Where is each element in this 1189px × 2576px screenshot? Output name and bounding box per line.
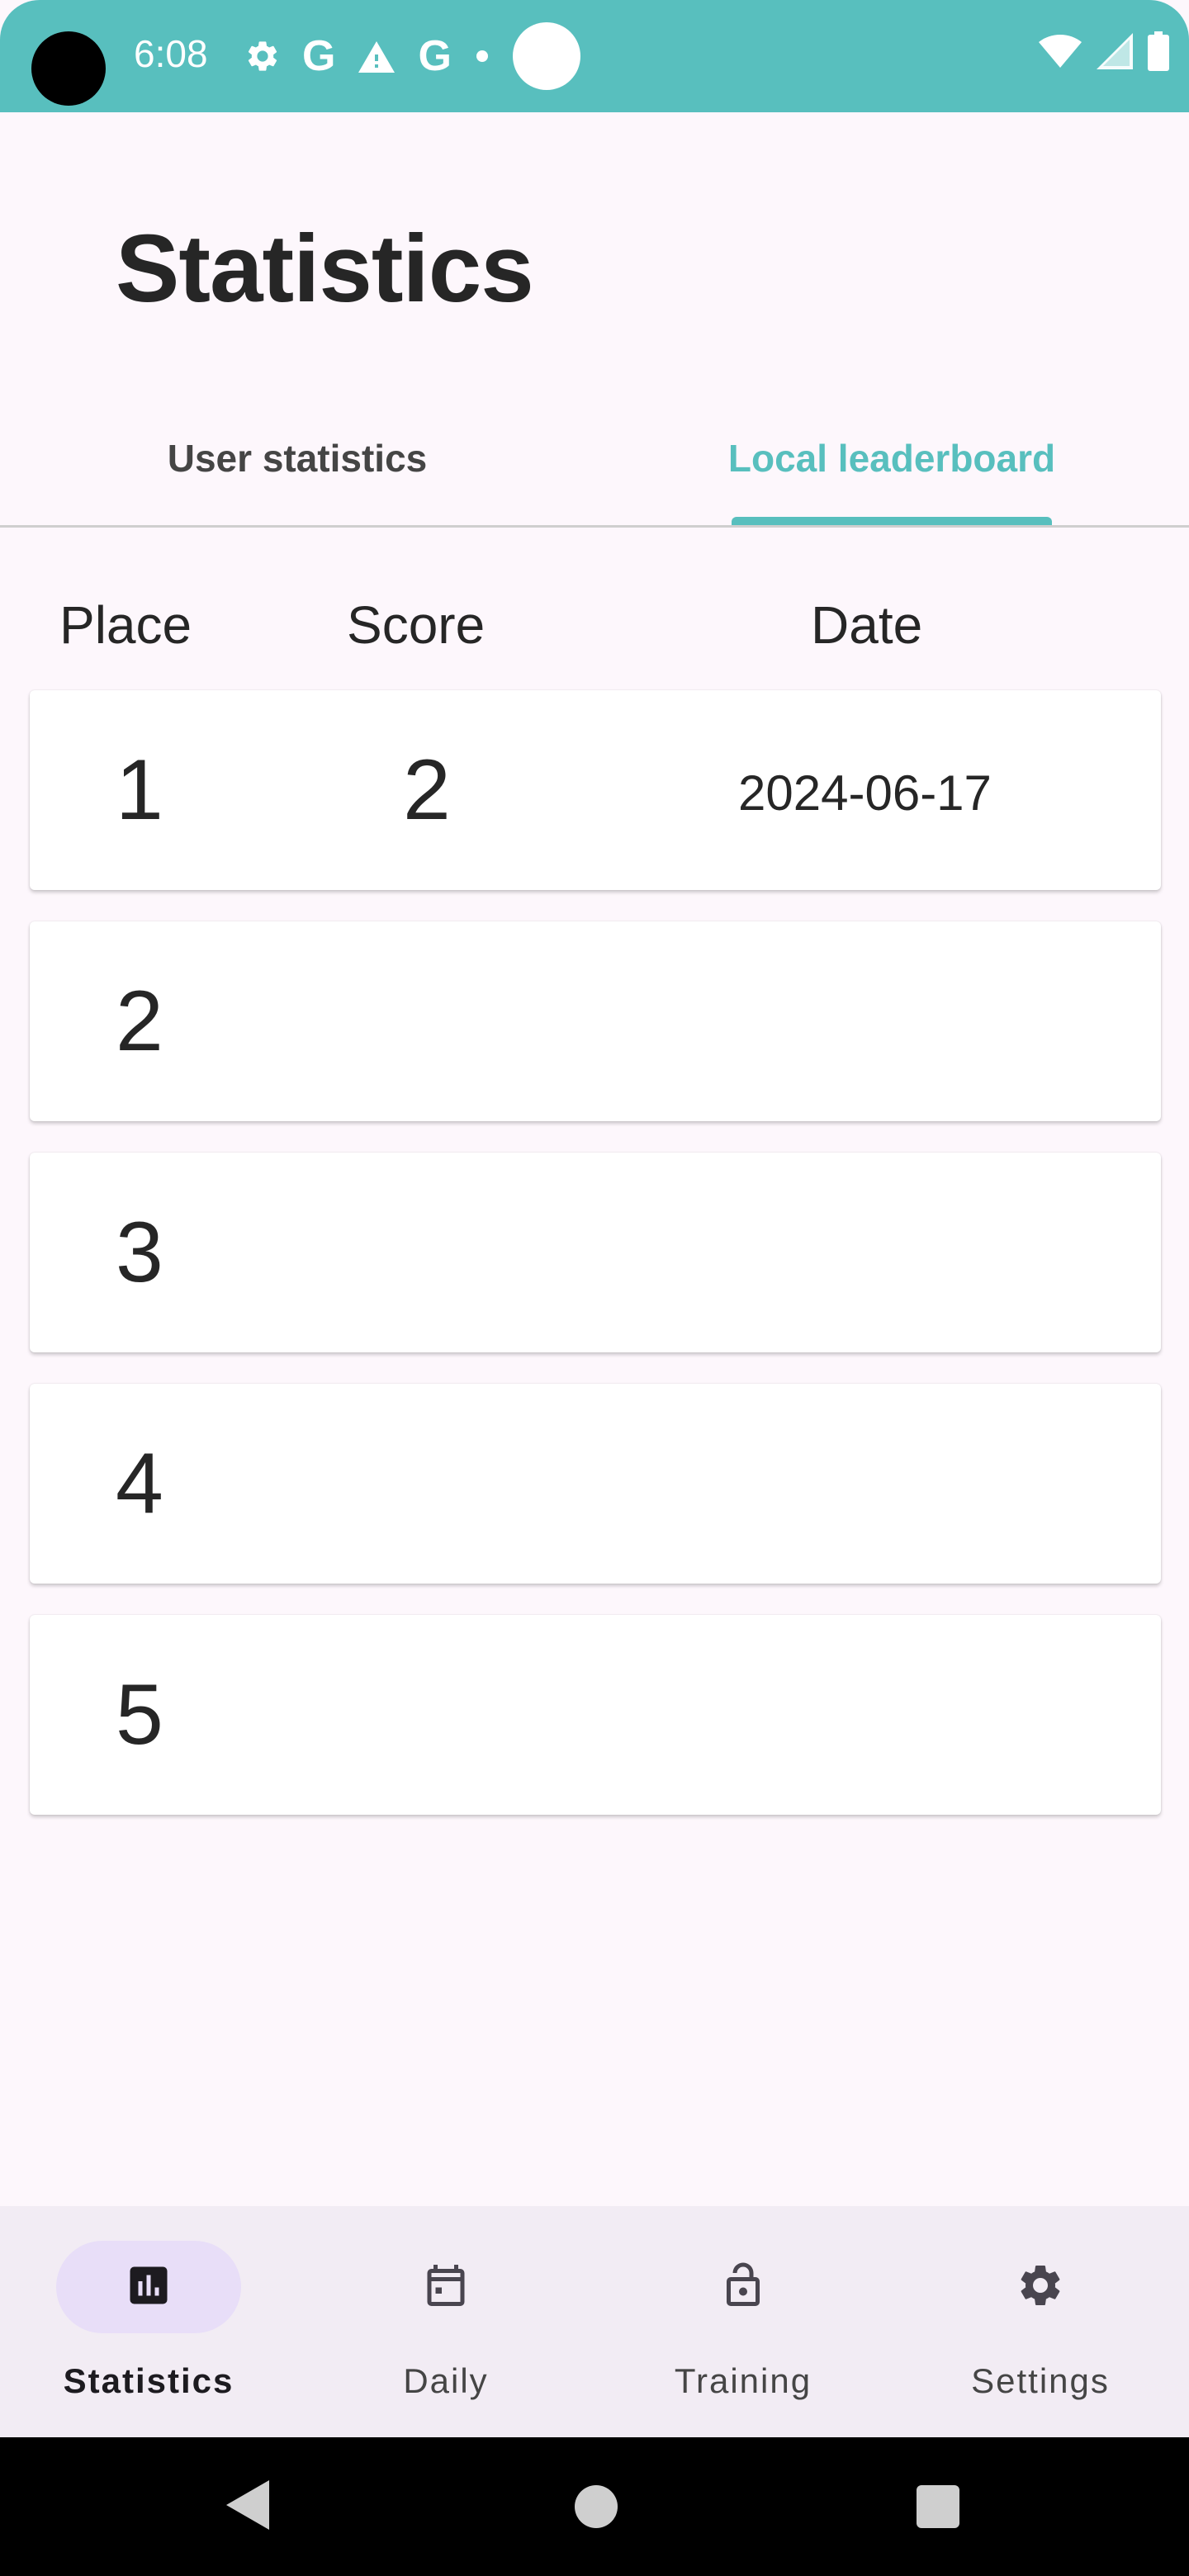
- home-icon[interactable]: [575, 2485, 618, 2528]
- status-system-icons: [1039, 31, 1169, 71]
- nav-label-training: Training: [674, 2361, 812, 2400]
- google-g-icon: G: [302, 32, 336, 80]
- tab-local-leaderboard[interactable]: Local leaderboard: [594, 436, 1189, 481]
- nav-label-settings: Settings: [971, 2361, 1110, 2400]
- tab-user-statistics[interactable]: User statistics: [0, 436, 594, 481]
- bottom-navigation: Statistics Daily Training Settings: [0, 2206, 1189, 2437]
- recents-icon[interactable]: [917, 2485, 959, 2528]
- bar-chart-icon: [130, 2266, 168, 2304]
- back-icon[interactable]: [226, 2480, 269, 2530]
- nav-item-daily[interactable]: Daily: [297, 2206, 594, 2437]
- tab-bar: User statistics Local leaderboard: [0, 396, 1189, 525]
- lock-icon: [727, 2262, 760, 2306]
- leaderboard-row: 1 2 2024-06-17: [30, 690, 1161, 890]
- circle-icon: [512, 22, 580, 90]
- row-place: 1: [116, 742, 163, 838]
- status-time: 6:08: [134, 32, 208, 75]
- system-navigation-bar: [0, 2437, 1189, 2576]
- status-notification-icons: G G: [244, 22, 580, 90]
- settings-icon: [248, 41, 277, 71]
- leaderboard-row: 4: [30, 1384, 1161, 1584]
- nav-item-training[interactable]: Training: [594, 2206, 892, 2437]
- wifi-icon: [1039, 35, 1082, 68]
- tab-active-indicator: [732, 517, 1052, 525]
- nav-label-daily: Daily: [403, 2361, 489, 2400]
- battery-icon: [1148, 31, 1169, 71]
- leaderboard-row: 2: [30, 921, 1161, 1121]
- leaderboard-row: 5: [30, 1615, 1161, 1815]
- nav-item-statistics[interactable]: Statistics: [0, 2206, 297, 2437]
- row-place: 3: [116, 1205, 163, 1300]
- gear-icon: [1021, 2266, 1060, 2305]
- signal-icon: [1097, 33, 1133, 69]
- page-title: Statistics: [116, 215, 534, 322]
- status-bar: 6:08 G G: [0, 0, 1189, 112]
- row-place: 2: [116, 973, 163, 1069]
- nav-label-statistics: Statistics: [63, 2361, 234, 2400]
- nav-item-settings[interactable]: Settings: [892, 2206, 1189, 2437]
- calendar-icon: [427, 2265, 465, 2306]
- row-date: 2024-06-17: [738, 765, 992, 821]
- google-g-icon: G: [418, 32, 452, 80]
- column-header-place: Place: [59, 595, 192, 655]
- row-score: 2: [403, 742, 451, 838]
- row-place: 4: [116, 1436, 163, 1532]
- dot-icon: [476, 50, 488, 62]
- column-header-date: Date: [811, 595, 923, 655]
- leaderboard-row: 3: [30, 1153, 1161, 1352]
- row-place: 5: [116, 1667, 163, 1763]
- tabs-divider: [0, 525, 1189, 528]
- leaderboard-header: Place Score Date: [0, 586, 1189, 669]
- camera-cutout: [31, 31, 106, 106]
- warning-icon: [358, 41, 396, 73]
- column-header-score: Score: [347, 595, 486, 655]
